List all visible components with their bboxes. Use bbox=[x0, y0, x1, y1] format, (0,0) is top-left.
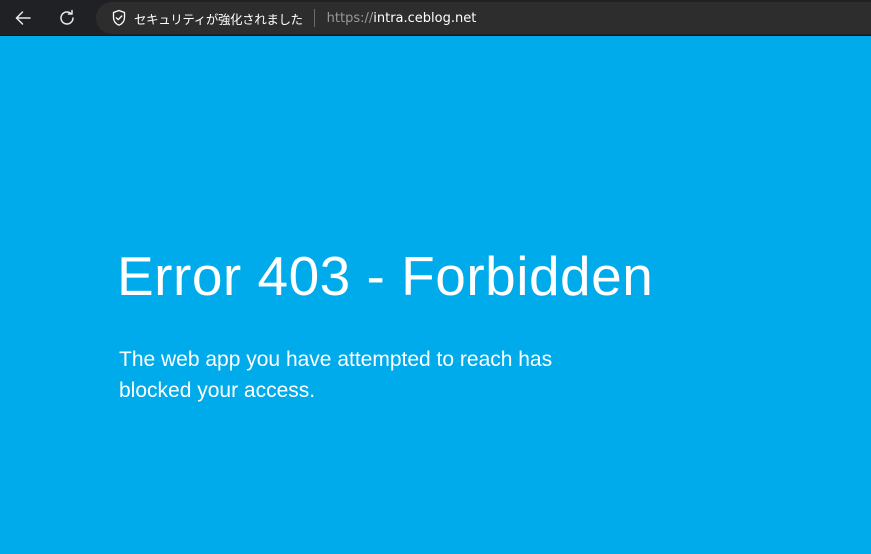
error-message: The web app you have attempted to reach … bbox=[119, 348, 553, 402]
error-title: Error 403 - Forbidden bbox=[117, 245, 654, 307]
address-bar[interactable]: セキュリティが強化されました https://intra.ceblog.net bbox=[96, 2, 871, 34]
url-host: intra.ceblog.net bbox=[373, 10, 477, 26]
security-status-label: セキュリティが強化されました bbox=[134, 11, 303, 27]
security-status-button[interactable]: セキュリティが強化されました bbox=[111, 6, 303, 30]
shield-check-icon bbox=[111, 9, 127, 27]
reload-icon bbox=[57, 8, 77, 28]
reload-button[interactable] bbox=[52, 3, 82, 33]
url-text[interactable]: https://intra.ceblog.net bbox=[327, 11, 477, 26]
arrow-left-icon bbox=[13, 8, 33, 28]
url-scheme: https:// bbox=[326, 10, 374, 26]
browser-toolbar: セキュリティが強化されました https://intra.ceblog.net bbox=[0, 0, 871, 36]
address-bar-separator bbox=[313, 9, 315, 27]
back-button[interactable] bbox=[8, 3, 38, 33]
